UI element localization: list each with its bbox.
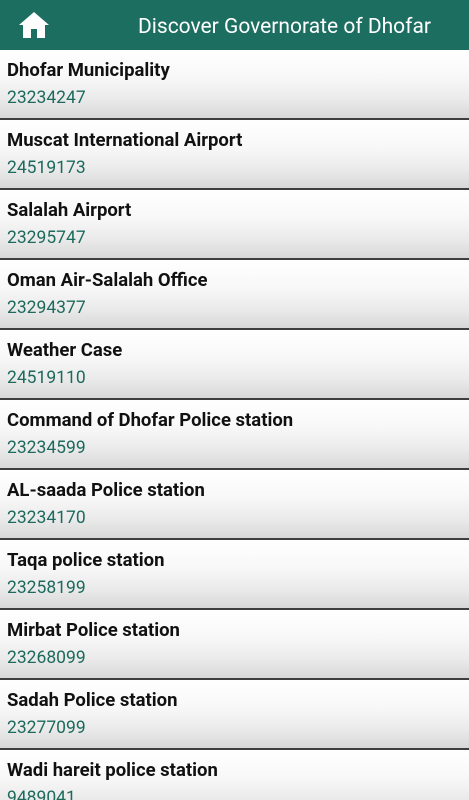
- contact-phone: 24519173: [7, 158, 86, 178]
- list-item[interactable]: Wadi hareit police station 9489041: [0, 750, 469, 800]
- list-item[interactable]: Muscat International Airport 24519173: [0, 120, 469, 190]
- contact-phone: 23277099: [7, 718, 86, 738]
- home-icon: [18, 11, 50, 39]
- contact-phone: 23294377: [7, 298, 86, 318]
- contact-name: Salalah Airport: [7, 199, 132, 221]
- contact-name: Mirbat Police station: [7, 619, 180, 641]
- contact-phone: 9489041: [7, 788, 76, 800]
- contact-name: Wadi hareit police station: [7, 759, 218, 781]
- contact-name: Command of Dhofar Police station: [7, 409, 294, 431]
- page-title: Discover Governorate of Dhofar: [137, 15, 431, 39]
- list-item[interactable]: Taqa police station 23258199: [0, 540, 469, 610]
- contact-phone: 23295747: [7, 228, 86, 248]
- contact-phone: 23234170: [7, 508, 86, 528]
- contact-phone: 24519110: [7, 368, 86, 388]
- home-button[interactable]: [4, 0, 64, 50]
- list-item[interactable]: Sadah Police station 23277099: [0, 680, 469, 750]
- contact-phone: 23268099: [7, 648, 86, 668]
- contact-phone: 23234599: [7, 438, 86, 458]
- list-item[interactable]: Salalah Airport 23295747: [0, 190, 469, 260]
- list-item[interactable]: Weather Case 24519110: [0, 330, 469, 400]
- contact-name: Muscat International Airport: [7, 129, 243, 151]
- contact-phone: 23258199: [7, 578, 86, 598]
- app-header: Discover Governorate of Dhofar: [0, 0, 469, 50]
- list-item[interactable]: Mirbat Police station 23268099: [0, 610, 469, 680]
- contacts-list[interactable]: Dhofar Municipality 23234247 Muscat Intern…: [0, 50, 469, 800]
- contact-name: Weather Case: [7, 339, 123, 361]
- contact-phone: 23234247: [7, 88, 86, 108]
- contact-name: Dhofar Municipality: [7, 59, 170, 81]
- contact-name: Sadah Police station: [7, 689, 178, 711]
- list-item[interactable]: Oman Air-Salalah Office 23294377: [0, 260, 469, 330]
- contact-name: AL-saada Police station: [7, 479, 205, 501]
- list-item[interactable]: Dhofar Municipality 23234247: [0, 50, 469, 120]
- contact-name: Oman Air-Salalah Office: [7, 269, 208, 291]
- list-item[interactable]: Command of Dhofar Police station 23234599: [0, 400, 469, 470]
- contact-name: Taqa police station: [7, 549, 165, 571]
- list-item[interactable]: AL-saada Police station 23234170: [0, 470, 469, 540]
